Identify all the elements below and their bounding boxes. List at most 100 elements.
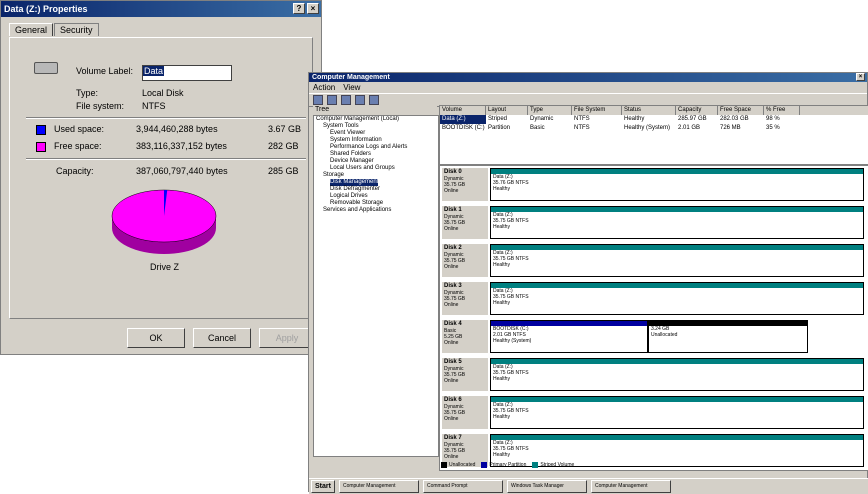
tree-item[interactable]: Disk Management — [314, 179, 438, 186]
capacity-bytes: 387,060,797,440 bytes — [136, 166, 228, 176]
table-row[interactable]: BOOTDISK (C:) Partition Basic NTFS Healthy (… — [440, 124, 868, 133]
tab-general[interactable]: General — [9, 23, 54, 36]
column-header[interactable]: % Free — [764, 106, 800, 115]
apply-button[interactable]: Apply — [259, 328, 315, 348]
tree-item[interactable]: Disk Defragmenter — [314, 186, 438, 193]
tree-item-label: Performance Logs and Alerts — [330, 144, 408, 150]
volume-status: Healthy — [493, 262, 510, 268]
taskbar-button[interactable]: Computer Management — [590, 480, 671, 493]
disk-info: Disk 1 Dynamic 35.75 GB Online — [442, 206, 488, 239]
disk-row[interactable]: Disk 6 Dynamic 35.75 GB Online Data (Z:) 35.7… — [440, 394, 868, 431]
tree-item[interactable]: Logical Drives — [314, 193, 438, 200]
disk-state: Online — [444, 188, 459, 194]
free-space-swatch — [36, 142, 46, 152]
column-header[interactable]: Volume — [440, 106, 486, 115]
tree-item[interactable]: Event Viewer — [314, 130, 438, 137]
volume-status: Healthy — [493, 186, 510, 192]
properties-title-bar[interactable]: Data (Z:) Properties ? × — [1, 1, 321, 17]
disk-info: Disk 5 Dynamic 35.75 GB Online — [442, 358, 488, 391]
volume-block[interactable]: Data (Z:) 35.76 GB NTFS Healthy — [490, 168, 864, 201]
up-icon[interactable] — [341, 95, 351, 105]
table-cell: 35 % — [766, 125, 780, 131]
free-space-gb: 282 GB — [268, 141, 299, 151]
menu-action[interactable]: Action — [313, 82, 335, 93]
taskbar-button[interactable]: Computer Management — [338, 480, 419, 493]
disk-info: Disk 6 Dynamic 35.75 GB Online — [442, 396, 488, 429]
tree-item[interactable]: Performance Logs and Alerts — [314, 144, 438, 151]
volume-block[interactable]: Data (Z:) 35.75 GB NTFS Healthy — [490, 396, 864, 429]
tree-item[interactable]: System Information — [314, 137, 438, 144]
column-header[interactable]: Capacity — [676, 106, 718, 115]
used-space-caption: Used space: — [54, 124, 105, 134]
volume-block[interactable]: BOOTDISK (C:) 2.01 GB NTFS Healthy (System… — [490, 320, 648, 353]
tree-item-label: System Tools — [323, 123, 359, 129]
volume-status: Healthy — [493, 224, 510, 230]
disk-row[interactable]: Disk 3 Dynamic 35.75 GB Online Data (Z:) 35.7… — [440, 280, 868, 317]
volume-status: Healthy — [493, 452, 510, 458]
column-header[interactable]: Layout — [486, 106, 528, 115]
table-cell: 282.03 GB — [720, 116, 749, 122]
taskbar-button[interactable]: Command Prompt — [422, 480, 503, 493]
disk-name: Disk 1 — [444, 207, 462, 213]
tree-item-label: Disk Management — [330, 179, 379, 186]
tree-item[interactable]: Storage — [314, 172, 438, 179]
general-panel: Volume Label: Data Type: Local Disk File… — [9, 37, 313, 319]
ok-button[interactable]: OK — [127, 328, 185, 348]
tab-security[interactable]: Security — [54, 23, 99, 36]
volume-block[interactable]: Data (Z:) 35.75 GB NTFS Healthy — [490, 358, 864, 391]
disk-row[interactable]: Disk 1 Dynamic 35.75 GB Online Data (Z:) 35.7… — [440, 204, 868, 241]
disk-row[interactable]: Disk 4 Basic 5.25 GB Online BOOTDISK (C:) 2.0… — [440, 318, 868, 355]
cancel-button[interactable]: Cancel — [193, 328, 251, 348]
table-cell: 98 % — [766, 116, 780, 122]
column-header[interactable]: Status — [622, 106, 676, 115]
disk-usage-pie — [111, 189, 217, 254]
disk-state: Online — [444, 416, 459, 422]
volume-block[interactable]: Data (Z:) 35.75 GB NTFS Healthy — [490, 282, 864, 315]
disk-row[interactable]: Disk 5 Dynamic 35.75 GB Online Data (Z:) 35.7… — [440, 356, 868, 393]
cm-title-bar[interactable]: Computer Management × — [309, 73, 867, 82]
column-header[interactable]: Type — [528, 106, 572, 115]
tree-item[interactable]: Computer Management (Local) — [314, 116, 438, 123]
drive-icon — [34, 62, 58, 74]
disk-name: Disk 0 — [444, 169, 462, 175]
disk-state: Online — [444, 454, 459, 460]
tree-item[interactable]: Services and Applications — [314, 207, 438, 214]
disk-row[interactable]: Disk 2 Dynamic 35.75 GB Online Data (Z:) 35.7… — [440, 242, 868, 279]
close-icon[interactable]: × — [856, 73, 865, 81]
disk-info: Disk 0 Dynamic 35.75 GB Online — [442, 168, 488, 201]
table-cell: Dynamic — [530, 116, 554, 122]
tree-item[interactable]: Removable Storage — [314, 200, 438, 207]
back-icon[interactable] — [313, 95, 323, 105]
table-row[interactable]: Data (Z:) Striped Dynamic NTFS Healthy 285.97… — [440, 115, 868, 124]
used-space-gb: 3.67 GB — [268, 124, 302, 134]
start-button[interactable]: Start — [311, 480, 335, 493]
forward-icon[interactable] — [327, 95, 337, 105]
disk-info: Disk 3 Dynamic 35.75 GB Online — [442, 282, 488, 315]
volume-block[interactable]: Data (Z:) 35.75 GB NTFS Healthy — [490, 206, 864, 239]
taskbar-button[interactable]: Windows Task Manager — [506, 480, 587, 493]
tree-item[interactable]: Device Manager — [314, 158, 438, 165]
tree-item-label: Event Viewer — [330, 130, 366, 136]
disk-row[interactable]: Disk 0 Dynamic 35.75 GB Online Data (Z:) 35.7… — [440, 166, 868, 203]
volume-label-input[interactable]: Data — [142, 65, 232, 81]
tree-item[interactable]: Local Users and Groups — [314, 165, 438, 172]
volume-block[interactable]: Data (Z:) 35.75 GB NTFS Healthy — [490, 244, 864, 277]
legend-label: Primary Partition — [489, 462, 527, 468]
unallocated-block[interactable]: 3.24 GB Unallocated — [648, 320, 808, 353]
column-header[interactable]: File System — [572, 106, 622, 115]
help-button[interactable]: ? — [293, 3, 305, 14]
table-cell: Healthy (System) — [624, 125, 671, 131]
properties-title: Data (Z:) Properties — [4, 4, 88, 14]
tree-item-label: Local Users and Groups — [330, 165, 395, 171]
close-icon[interactable]: × — [307, 3, 319, 14]
menu-view[interactable]: View — [343, 82, 360, 93]
column-header[interactable]: Free Space — [718, 106, 764, 115]
disk-name: Disk 3 — [444, 283, 462, 289]
properties-icon[interactable] — [355, 95, 365, 105]
drive-label: Drive Z — [150, 262, 179, 272]
tree-item[interactable]: Shared Folders — [314, 151, 438, 158]
help-icon[interactable] — [369, 95, 379, 105]
tree-item-label: Shared Folders — [330, 151, 372, 157]
disk-state: Online — [444, 264, 459, 270]
tree-item[interactable]: System Tools — [314, 123, 438, 130]
